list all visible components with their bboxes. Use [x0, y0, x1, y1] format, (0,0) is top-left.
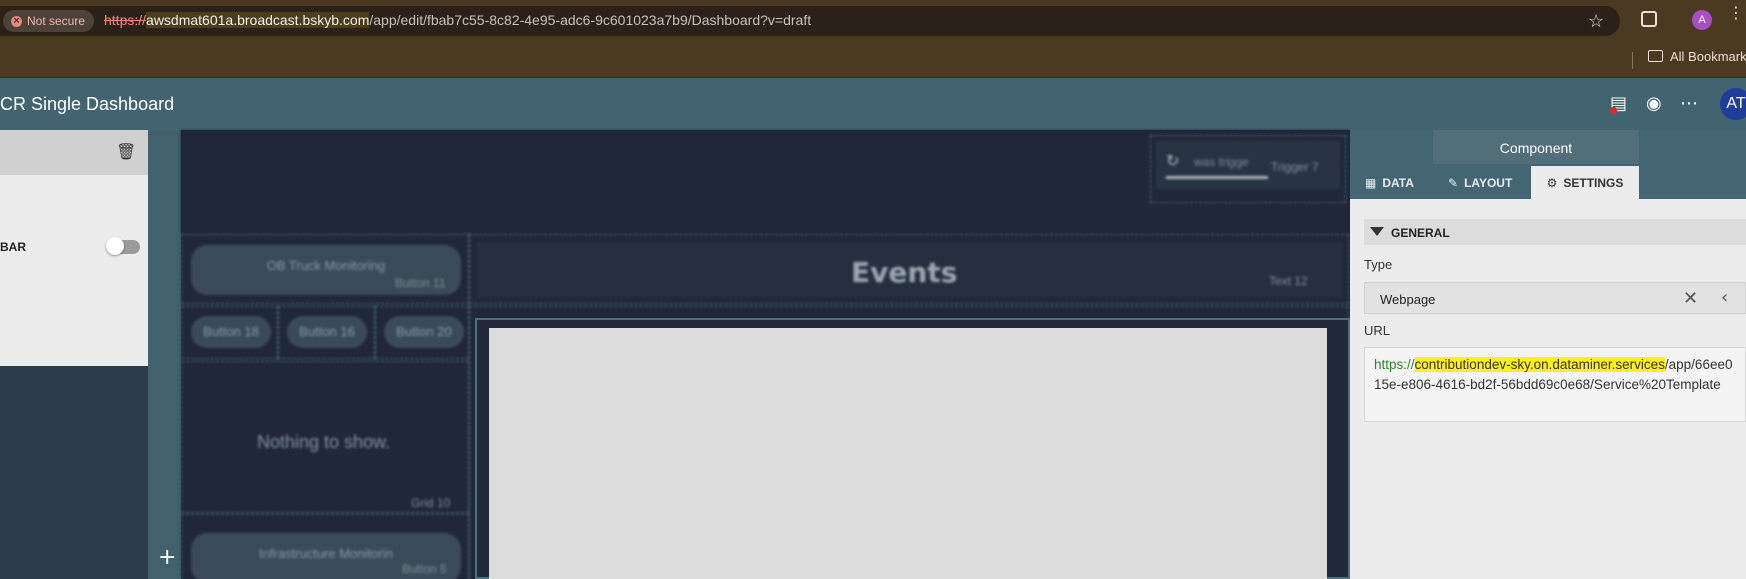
text-12-tag: Text 12 [1269, 274, 1308, 288]
url-field-scheme: https:// [1374, 357, 1415, 372]
pencil-icon: ✎ [1448, 175, 1459, 190]
url-scheme: https:// [104, 12, 147, 28]
general-section-header[interactable]: GENERAL [1364, 219, 1746, 245]
profile-avatar[interactable]: A [1692, 10, 1712, 30]
address-url[interactable]: https://awsdmat601a.broadcast.bskyb.com/… [104, 12, 811, 28]
panel-title: Component [1499, 140, 1573, 156]
gear-icon: ⚙ [1546, 175, 1558, 190]
clear-icon[interactable]: ✕ [1683, 288, 1698, 309]
toggle-label: BAR [0, 240, 26, 254]
bookmarks-divider [1632, 52, 1633, 69]
settings-panel: Component ▦ DATA ✎ LAYOUT ⚙ SETTINGS GEN… [1350, 130, 1746, 579]
url-field-host: contributiondev-sky.on.dataminer.service… [1414, 357, 1665, 372]
browser-menu-icon[interactable]: ⋮ [1728, 5, 1744, 21]
button-20[interactable]: Button 20 [384, 316, 464, 348]
extensions-icon[interactable] [1641, 11, 1657, 27]
bar-toggle[interactable] [106, 237, 140, 255]
bookmark-star-icon[interactable]: ☆ [1588, 11, 1604, 32]
trigger-text: was trigge [1194, 155, 1249, 169]
unsaved-indicator [1610, 107, 1617, 114]
trigger-7-tag: Trigger 7 [1271, 160, 1319, 174]
url-host: awsdmat601a.broadcast.bskyb.com [146, 12, 370, 28]
type-label: Type [1364, 257, 1393, 272]
webpage-component[interactable] [475, 318, 1350, 579]
left-panel-lower [0, 366, 148, 579]
app-root: × Not secure https://awsdmat601a.broadca… [0, 0, 1746, 579]
caret-down-icon [1370, 227, 1384, 236]
not-secure-label: Not secure [27, 14, 86, 28]
bookmarks-bar [0, 42, 1746, 78]
section-label: GENERAL [1391, 226, 1450, 240]
left-panel-body [0, 175, 148, 366]
tab-data[interactable]: ▦ DATA [1365, 166, 1425, 199]
user-avatar[interactable]: AT [1720, 88, 1746, 120]
refresh-icon: ↻ [1166, 151, 1180, 170]
tab-layout-label: LAYOUT [1464, 175, 1513, 190]
trash-icon[interactable]: 🗑 [116, 142, 136, 161]
more-options-icon[interactable]: ⋯ [1680, 94, 1698, 114]
app-header: CR Single Dashboard ▤ ◉ ⋯ AT [0, 78, 1746, 130]
left-panel: 🗑 BAR [0, 130, 148, 579]
tab-settings[interactable]: ⚙ SETTINGS [1531, 166, 1639, 199]
url-label: URL [1364, 323, 1391, 338]
url-path: /app/edit/fbab7c55-8c82-4e95-adc6-9c6010… [369, 12, 812, 28]
events-heading: Events [851, 256, 958, 289]
grid-10-tag: Grid 10 [411, 496, 451, 510]
webpage-content [489, 328, 1327, 579]
button-18[interactable]: Button 18 [191, 316, 271, 348]
table-icon: ▦ [1365, 175, 1377, 190]
left-panel-toolbar: 🗑 [0, 130, 148, 175]
not-secure-badge[interactable]: × Not secure [3, 10, 95, 32]
page-title: CR Single Dashboard [0, 94, 175, 114]
chevron-left-icon[interactable]: ‹ [1721, 287, 1728, 308]
trigger-progress [1166, 176, 1268, 179]
url-field[interactable]: https://contributiondev-sky.on.dataminer… [1364, 347, 1746, 422]
empty-grid-message: Nothing to show. [257, 432, 391, 452]
canvas-gutter [148, 130, 181, 579]
type-value: Webpage [1380, 292, 1436, 307]
button-16[interactable]: Button 16 [287, 316, 367, 348]
button-11-tag: Button 11 [395, 276, 446, 290]
tab-layout[interactable]: ✎ LAYOUT [1448, 166, 1528, 199]
settings-panel-header: Component ▦ DATA ✎ LAYOUT ⚙ SETTINGS [1350, 130, 1746, 199]
warning-icon: × [11, 15, 22, 27]
toggle-knob [106, 237, 124, 255]
button-5-tag: Button 5 [402, 562, 447, 576]
tab-data-label: DATA [1382, 175, 1414, 190]
browser-toolbar: × Not secure https://awsdmat601a.broadca… [0, 0, 1746, 42]
all-bookmarks-link[interactable]: All Bookmarks [1670, 49, 1746, 64]
type-select[interactable]: Webpage ✕ ‹ [1364, 282, 1746, 314]
add-component-icon[interactable]: + [158, 545, 176, 570]
preview-eye-icon[interactable]: ◉ [1646, 94, 1662, 114]
tab-settings-label: SETTINGS [1563, 175, 1624, 190]
folder-icon [1648, 50, 1663, 62]
